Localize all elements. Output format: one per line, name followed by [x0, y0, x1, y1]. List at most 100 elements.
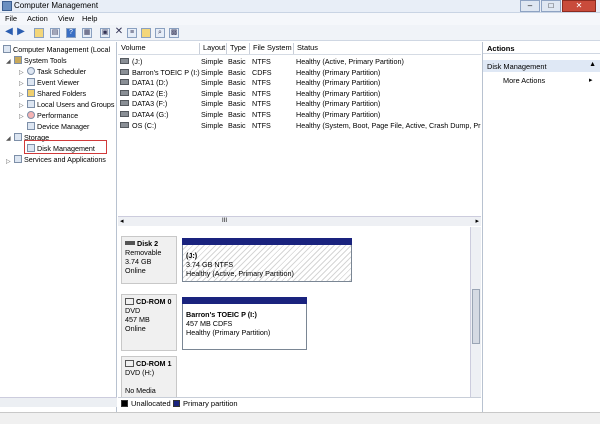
table-row[interactable]: Barron's TOEIC P (I:) Simple Basic CDFS Heal…: [118, 68, 481, 78]
expand-arrow-icon[interactable]: ▷: [19, 113, 24, 120]
tree-item-services[interactable]: Services and Applications: [14, 155, 106, 165]
actions-section-disk-management[interactable]: Disk Management ▲: [483, 60, 600, 72]
volume-icon: [120, 111, 129, 117]
cell-status: Healthy (Primary Partition): [296, 67, 381, 77]
cell-status: Healthy (Primary Partition): [296, 110, 381, 119]
partition-status: Healthy (Active, Primary Partition): [186, 269, 294, 278]
cdrom-1-label[interactable]: CD-ROM 1 DVD (H:) No Media: [121, 356, 177, 398]
cell-layout: Simple: [201, 99, 223, 109]
performance-icon: [27, 111, 35, 119]
tree-item-shared-folders[interactable]: Shared Folders: [27, 89, 86, 99]
minimize-button[interactable]: –: [520, 0, 540, 12]
menu-action[interactable]: Action: [27, 14, 48, 23]
tree-item-performance[interactable]: Performance: [27, 111, 78, 121]
close-button[interactable]: ✕: [562, 0, 596, 12]
cdrom-icon: [125, 298, 134, 305]
tree-horizontal-scrollbar[interactable]: [0, 397, 117, 407]
cell-type: Basic: [228, 88, 246, 98]
scroll-right-arrow-icon[interactable]: ▸: [475, 217, 479, 225]
tree-item-event-viewer[interactable]: Event Viewer: [27, 78, 79, 88]
menu-file[interactable]: File: [5, 14, 17, 23]
partition-i[interactable]: Barron's TOEIC P (I:) 457 MB CDFS Health…: [182, 297, 307, 350]
more-actions-link[interactable]: More Actions: [503, 76, 545, 85]
show-hide-tree-icon[interactable]: ▤: [50, 28, 60, 38]
delete-icon[interactable]: ✕: [114, 27, 124, 38]
partition-name: (J:): [186, 251, 198, 260]
actions-pane: Actions Disk Management ▲ More Actions ▸: [482, 42, 600, 412]
export-icon[interactable]: ▩: [169, 28, 179, 38]
column-file-system[interactable]: File System: [250, 43, 294, 54]
table-row[interactable]: DATA1 (D:) Simple Basic NTFS Healthy (Primar…: [118, 78, 481, 88]
tree-label: Local Users and Groups: [37, 100, 115, 109]
volume-list: Volume Layout Type File System Status (J…: [118, 42, 481, 226]
up-folder-icon[interactable]: [34, 28, 44, 38]
expand-arrow-icon[interactable]: ▷: [19, 102, 24, 109]
expand-arrow-icon[interactable]: ▷: [19, 91, 24, 98]
cell-file-system: NTFS: [252, 78, 271, 88]
menu-view[interactable]: View: [58, 14, 74, 23]
table-row[interactable]: (J:) Simple Basic NTFS Healthy (Active, Prim…: [118, 57, 481, 67]
back-arrow-icon[interactable]: ◀: [4, 27, 14, 38]
table-row[interactable]: DATA4 (G:) Simple Basic NTFS Healthy (Primar…: [118, 110, 481, 120]
expand-arrow-icon[interactable]: ▷: [19, 80, 24, 87]
cdrom-icon: [125, 360, 134, 367]
table-row[interactable]: DATA3 (F:) Simple Basic NTFS Healthy (Primar…: [118, 99, 481, 109]
menu-help[interactable]: Help: [82, 14, 97, 23]
table-row[interactable]: OS (C:) Simple Basic NTFS Healthy (System, B…: [118, 121, 481, 131]
disk-size: 3.74 GB: [125, 257, 152, 266]
column-volume[interactable]: Volume: [118, 43, 200, 54]
column-layout[interactable]: Layout: [200, 43, 227, 54]
tree-item-device-manager[interactable]: Device Manager: [27, 122, 89, 132]
tree-item-task-scheduler[interactable]: Task Scheduler: [27, 67, 86, 77]
help-icon[interactable]: ?: [66, 28, 76, 38]
tree-item-local-users[interactable]: Local Users and Groups: [27, 100, 115, 110]
scroll-left-arrow-icon[interactable]: ◂: [120, 217, 124, 225]
disk-map-scrollbar[interactable]: [470, 227, 481, 402]
properties2-icon[interactable]: ▣: [100, 28, 110, 38]
collapse-arrow-icon[interactable]: ◢: [6, 58, 11, 65]
legend: Unallocated Primary partition: [118, 397, 481, 409]
tree-label: System Tools: [24, 56, 67, 65]
forward-arrow-icon[interactable]: ▶: [16, 27, 26, 38]
maximize-button[interactable]: □: [541, 0, 561, 12]
cell-layout: Simple: [201, 110, 223, 119]
partition-bar: [182, 238, 352, 245]
scrollbar-thumb[interactable]: [472, 289, 480, 344]
tools-icon: [14, 56, 22, 64]
partition-size: 3.74 GB NTFS: [186, 260, 234, 269]
checklist-icon[interactable]: ≡: [127, 28, 137, 38]
tree-label: Event Viewer: [37, 78, 80, 87]
volume-icon: [120, 89, 129, 96]
disk-2-label[interactable]: Disk 2 Removable 3.74 GB Online: [121, 236, 177, 284]
cell-status: Healthy (Primary Partition): [296, 99, 381, 109]
volume-icon: [120, 68, 129, 75]
tree-label: Device Manager: [37, 122, 90, 131]
scrollbar-grip[interactable]: III: [222, 218, 227, 224]
cell-layout: Simple: [201, 67, 223, 77]
cell-status: Healthy (Primary Partition): [296, 88, 381, 98]
cell-layout: Simple: [201, 88, 223, 98]
primary-partition-swatch: [173, 400, 180, 407]
cell-file-system: NTFS: [252, 57, 271, 66]
search-icon[interactable]: ⌕: [155, 28, 165, 38]
collapse-arrow-icon[interactable]: ◢: [6, 135, 11, 142]
toolbar: ◀ ▶ ▤ ? ▦ ▣ ✕ ≡ ⌕ ▩: [0, 25, 600, 41]
collapse-triangle-icon[interactable]: ▲: [589, 61, 596, 68]
tree-label: Performance: [37, 111, 79, 120]
cell-status: Healthy (Primary Partition): [296, 78, 381, 88]
tree-item-computer-management[interactable]: Computer Management (Local: [3, 45, 110, 55]
folder-open-icon[interactable]: [141, 28, 151, 38]
expand-arrow-icon[interactable]: ▷: [6, 158, 11, 165]
expand-arrow-icon[interactable]: ▷: [19, 69, 24, 76]
column-status[interactable]: Status: [294, 43, 481, 54]
partition-j[interactable]: (J:) 3.74 GB NTFS Healthy (Active, Prima…: [182, 238, 352, 282]
cell-type: Basic: [228, 78, 246, 88]
volume-list-scrollbar[interactable]: ◂ III ▸: [118, 216, 481, 226]
tree-item-system-tools[interactable]: System Tools: [14, 56, 67, 66]
submenu-arrow-icon[interactable]: ▸: [589, 76, 593, 84]
cdrom-0-label[interactable]: CD-ROM 0 DVD 457 MB Online: [121, 294, 177, 351]
column-type[interactable]: Type: [227, 43, 250, 54]
table-row[interactable]: DATA2 (E:) Simple Basic NTFS Healthy (Primar…: [118, 89, 481, 99]
cell-file-system: NTFS: [252, 99, 271, 109]
properties-icon[interactable]: ▦: [82, 28, 92, 38]
